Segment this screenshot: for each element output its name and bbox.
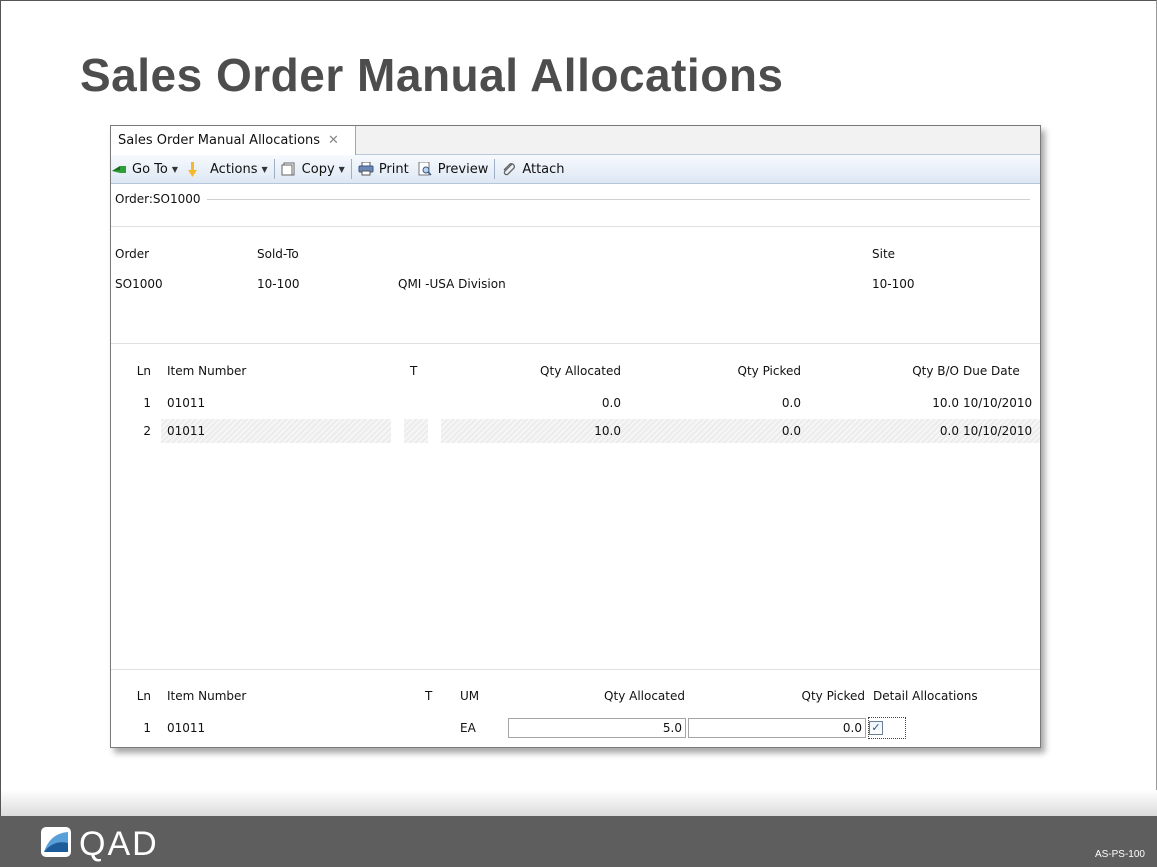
- tab-strip: Sales Order Manual Allocations ✕: [111, 126, 1040, 155]
- copy-button[interactable]: Copy ▼: [281, 162, 345, 177]
- soldto-label: Sold-To: [257, 247, 299, 261]
- print-button[interactable]: Print: [358, 161, 409, 177]
- row-qty-picked: 0.0: [781, 396, 801, 410]
- printer-icon: [358, 161, 374, 176]
- row-qty-allocated: 0.0: [601, 396, 621, 410]
- goto-label: Go To: [132, 161, 168, 177]
- col-item-number: Item Number: [167, 689, 247, 703]
- attach-label: Attach: [522, 161, 565, 177]
- copy-label: Copy: [301, 161, 335, 177]
- preview-button[interactable]: Preview: [417, 161, 489, 177]
- divider: [111, 343, 1040, 344]
- row-ln: 1: [143, 396, 151, 410]
- row-item: 01011: [167, 424, 206, 438]
- col-um: UM: [460, 689, 480, 703]
- row-item: 01011: [167, 721, 206, 735]
- actions-label: Actions: [210, 161, 258, 177]
- col-qty-allocated: Qty Allocated: [604, 689, 685, 703]
- col-ln: Ln: [136, 364, 151, 378]
- row-qty-picked: 0.0: [781, 424, 801, 438]
- row-um: EA: [460, 721, 476, 735]
- col-t: T: [425, 689, 433, 703]
- col-qty-bo: Qty B/O: [912, 364, 959, 378]
- col-detail-allocations: Detail Allocations: [873, 689, 978, 703]
- row-qty-allocated: 10.0: [594, 424, 621, 438]
- soldto-name: QMI -USA Division: [398, 277, 506, 291]
- toolbar-separator: [350, 159, 352, 179]
- chevron-down-icon: ▼: [171, 164, 179, 174]
- site-value[interactable]: 10-100: [872, 277, 915, 291]
- row-item: 01011: [167, 396, 206, 410]
- divider: [206, 198, 1030, 200]
- row-qty-bo: 10.0: [932, 396, 959, 410]
- col-qty-allocated: Qty Allocated: [540, 364, 621, 378]
- toolbar-separator: [494, 159, 496, 179]
- actions-button[interactable]: Actions ▼: [186, 162, 268, 177]
- col-t: T: [410, 364, 418, 378]
- go-to-icon: [111, 162, 127, 176]
- chevron-down-icon: ▼: [338, 164, 345, 174]
- soldto-value[interactable]: 10-100: [257, 277, 300, 291]
- toolbar: Go To ▼ Actions ▼ Copy ▼ Print Preview A…: [111, 155, 1040, 184]
- order-strip: Order:SO1000: [115, 192, 1030, 206]
- row-qty-bo: 0.0: [939, 424, 959, 438]
- col-ln: Ln: [136, 689, 151, 703]
- app-window: Sales Order Manual Allocations ✕ Go To ▼ …: [110, 125, 1041, 748]
- divider: [111, 669, 1040, 670]
- tab-label: Sales Order Manual Allocations: [118, 133, 321, 148]
- qty-picked-input[interactable]: 0.0: [688, 718, 866, 738]
- footer-fade: [1, 790, 1157, 818]
- divider: [111, 226, 1040, 227]
- row-ln: 2: [143, 424, 151, 438]
- actions-icon: [186, 162, 198, 177]
- copy-icon: [281, 162, 297, 176]
- detail-allocations-checkbox[interactable]: ✓: [869, 721, 883, 735]
- row-cell-bg: [404, 419, 428, 443]
- chevron-down-icon: ▼: [261, 164, 268, 174]
- preview-icon: [417, 161, 433, 176]
- attach-button[interactable]: Attach: [501, 161, 565, 177]
- order-value[interactable]: SO1000: [115, 277, 163, 291]
- row-due-date: 10/10/2010: [963, 396, 1033, 410]
- col-qty-picked: Qty Picked: [737, 364, 802, 378]
- row-due-date: 10/10/2010: [963, 424, 1033, 438]
- slide-title: Sales Order Manual Allocations: [80, 49, 784, 101]
- row-ln: 1: [143, 721, 151, 735]
- col-due-date: Due Date: [963, 364, 1020, 378]
- col-qty-picked: Qty Picked: [801, 689, 866, 703]
- order-label: Order: [115, 247, 150, 261]
- goto-button[interactable]: Go To ▼: [111, 162, 178, 177]
- footer-bar: QAD AS-PS-100: [0, 816, 1157, 867]
- close-icon[interactable]: ✕: [328, 133, 339, 148]
- toolbar-separator: [273, 159, 275, 179]
- qad-logo-icon: [41, 827, 71, 861]
- paperclip-icon: [501, 162, 517, 176]
- print-label: Print: [378, 161, 409, 177]
- order-strip-label: Order:SO1000: [115, 192, 201, 206]
- preview-label: Preview: [437, 161, 489, 177]
- qty-allocated-input[interactable]: 5.0: [508, 718, 686, 738]
- site-label: Site: [872, 247, 896, 261]
- col-item-number: Item Number: [167, 364, 247, 378]
- tab-sales-order-manual-allocations[interactable]: Sales Order Manual Allocations ✕: [111, 126, 356, 155]
- logo: QAD: [41, 827, 159, 861]
- course-code: AS-PS-100: [1094, 849, 1145, 860]
- logo-text: QAD: [79, 825, 159, 863]
